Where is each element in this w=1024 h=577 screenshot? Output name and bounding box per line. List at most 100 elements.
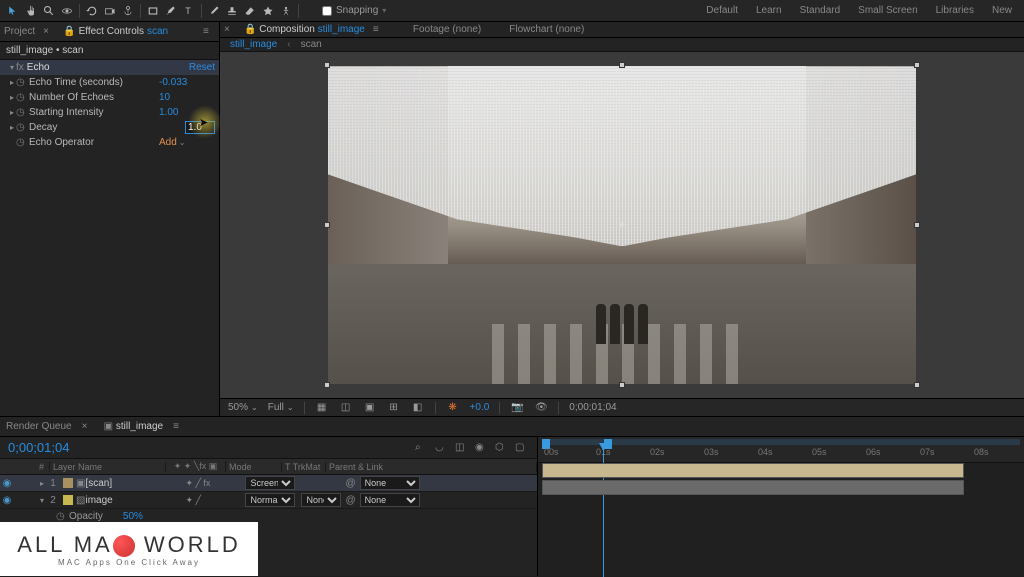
selection-tool-icon[interactable] — [4, 2, 22, 20]
trkmat-select[interactable]: None — [301, 493, 341, 507]
orbit-tool-icon[interactable] — [58, 2, 76, 20]
panel-menu-icon[interactable]: ≡ — [373, 24, 385, 35]
layer-name[interactable]: [scan] — [85, 478, 185, 489]
footage-tab[interactable]: Footage (none) — [413, 24, 481, 35]
effect-header[interactable]: ▾ fx Echo Reset — [0, 60, 219, 75]
ws-tab[interactable]: Libraries — [936, 5, 974, 16]
transform-handle[interactable] — [914, 222, 920, 228]
current-time[interactable]: 0;00;01;04 — [8, 440, 69, 455]
draft3d-icon[interactable]: ▢ — [515, 442, 529, 453]
timecode-display[interactable]: 0;00;01;04 — [569, 402, 616, 413]
zoom-tool-icon[interactable] — [40, 2, 58, 20]
snapping-checkbox[interactable] — [322, 6, 332, 16]
transform-handle[interactable] — [324, 382, 330, 388]
text-tool-icon[interactable]: T — [180, 2, 198, 20]
time-ruler[interactable]: 00s 01s 02s 03s 04s 05s 06s 07s 08s — [538, 437, 1024, 463]
close-icon[interactable]: × — [224, 24, 236, 35]
twirl-right-icon[interactable]: ▸ — [10, 93, 14, 102]
reset-button[interactable]: Reset — [189, 62, 215, 73]
show-snapshot-icon[interactable]: 👁 — [534, 401, 548, 415]
transform-handle[interactable] — [324, 222, 330, 228]
param-input[interactable] — [185, 121, 215, 134]
layer-row[interactable]: ◉ ▾ 2 ▧ image ✦ ╱ Normal None @None — [0, 492, 537, 509]
parent-select[interactable]: None — [360, 476, 420, 490]
timeline-tracks[interactable]: 00s 01s 02s 03s 04s 05s 06s 07s 08s — [538, 437, 1024, 576]
exposure-value[interactable]: +0.0 — [470, 402, 490, 413]
layer-switches[interactable]: ✦ ╱ — [185, 495, 245, 506]
subtab-active[interactable]: still_image — [230, 39, 277, 50]
pickwhip-icon[interactable]: @ — [345, 495, 355, 506]
color-mgmt-icon[interactable]: ❋ — [446, 401, 460, 415]
visibility-icon[interactable]: ◉ — [0, 495, 14, 506]
motion-blur-icon[interactable]: ◉ — [475, 442, 489, 453]
stopwatch-icon[interactable]: ◷ — [16, 138, 26, 148]
ws-tab[interactable]: New — [992, 5, 1012, 16]
ws-tab[interactable]: Default — [706, 5, 738, 16]
transform-handle[interactable] — [914, 62, 920, 68]
layer-name[interactable]: image — [85, 495, 185, 506]
twirl-down-icon[interactable]: ▾ — [10, 63, 14, 72]
transform-handle[interactable] — [324, 62, 330, 68]
subtab[interactable]: scan — [301, 39, 322, 50]
parent-select[interactable]: None — [360, 493, 420, 507]
camera-tool-icon[interactable] — [101, 2, 119, 20]
effect-controls-tab[interactable]: 🔒 Effect Controls scan — [63, 26, 168, 37]
visibility-icon[interactable]: ◉ — [0, 478, 14, 489]
rect-tool-icon[interactable] — [144, 2, 162, 20]
param-value[interactable]: 1.00 — [159, 107, 215, 118]
ws-tab[interactable]: Small Screen — [858, 5, 917, 16]
property-value[interactable]: 50% — [123, 511, 143, 522]
shy-icon[interactable]: ◡ — [435, 442, 449, 453]
layer-switches[interactable]: ✦ ╱ fx — [185, 478, 245, 489]
channel-icon[interactable]: ◧ — [411, 401, 425, 415]
layer-bar[interactable] — [542, 480, 964, 495]
pen-tool-icon[interactable] — [162, 2, 180, 20]
composition-canvas[interactable]: ✦ — [328, 66, 916, 384]
roi-icon[interactable]: ▣ — [363, 401, 377, 415]
mask-icon[interactable]: ◫ — [339, 401, 353, 415]
render-queue-tab[interactable]: Render Queue — [6, 421, 72, 432]
timeline-comp-tab[interactable]: ▣ still_image — [104, 421, 163, 432]
anchor-tool-icon[interactable] — [119, 2, 137, 20]
puppet-tool-icon[interactable] — [277, 2, 295, 20]
layer-bar[interactable] — [542, 463, 964, 478]
transform-handle[interactable] — [914, 382, 920, 388]
roto-tool-icon[interactable] — [259, 2, 277, 20]
ws-tab[interactable]: Standard — [800, 5, 841, 16]
blend-mode-select[interactable]: Normal — [245, 493, 295, 507]
project-tab[interactable]: Project — [4, 26, 35, 37]
twirl-right-icon[interactable]: ▸ — [10, 123, 14, 132]
twirl-down-icon[interactable]: ▾ — [40, 496, 44, 505]
stopwatch-icon[interactable]: ◷ — [16, 78, 26, 88]
ws-tab[interactable]: Learn — [756, 5, 782, 16]
label-color[interactable] — [63, 495, 73, 505]
zoom-dropdown[interactable]: 50%⌄ — [228, 402, 258, 413]
stamp-tool-icon[interactable] — [223, 2, 241, 20]
resolution-dropdown[interactable]: Full⌄ — [268, 402, 294, 413]
label-color[interactable] — [63, 478, 73, 488]
frame-blend-icon[interactable]: ◫ — [455, 442, 469, 453]
close-icon[interactable]: × — [43, 26, 55, 37]
eraser-tool-icon[interactable] — [241, 2, 259, 20]
snapshot-icon[interactable]: 📷 — [510, 401, 524, 415]
blend-mode-select[interactable]: Screen — [245, 476, 295, 490]
transform-handle[interactable] — [619, 382, 625, 388]
transparency-grid-icon[interactable]: ▦ — [315, 401, 329, 415]
brush-tool-icon[interactable] — [205, 2, 223, 20]
param-value[interactable]: -0.033 — [159, 77, 215, 88]
rotate-tool-icon[interactable] — [83, 2, 101, 20]
panel-menu-icon[interactable]: ≡ — [203, 26, 215, 37]
fx-badge-icon[interactable]: fx — [16, 62, 24, 73]
stopwatch-icon[interactable]: ◷ — [56, 512, 66, 522]
composition-tab[interactable]: 🔒 Composition still_image — [244, 24, 365, 35]
flowchart-tab[interactable]: Flowchart (none) — [509, 24, 584, 35]
work-area[interactable] — [542, 439, 1020, 445]
twirl-right-icon[interactable]: ▸ — [40, 479, 44, 488]
transform-handle[interactable] — [619, 62, 625, 68]
close-icon[interactable]: × — [82, 421, 94, 432]
hand-tool-icon[interactable] — [22, 2, 40, 20]
param-value[interactable]: 10 — [159, 92, 215, 103]
grid-icon[interactable]: ⊞ — [387, 401, 401, 415]
pickwhip-icon[interactable]: @ — [345, 478, 355, 489]
twirl-right-icon[interactable]: ▸ — [10, 78, 14, 87]
